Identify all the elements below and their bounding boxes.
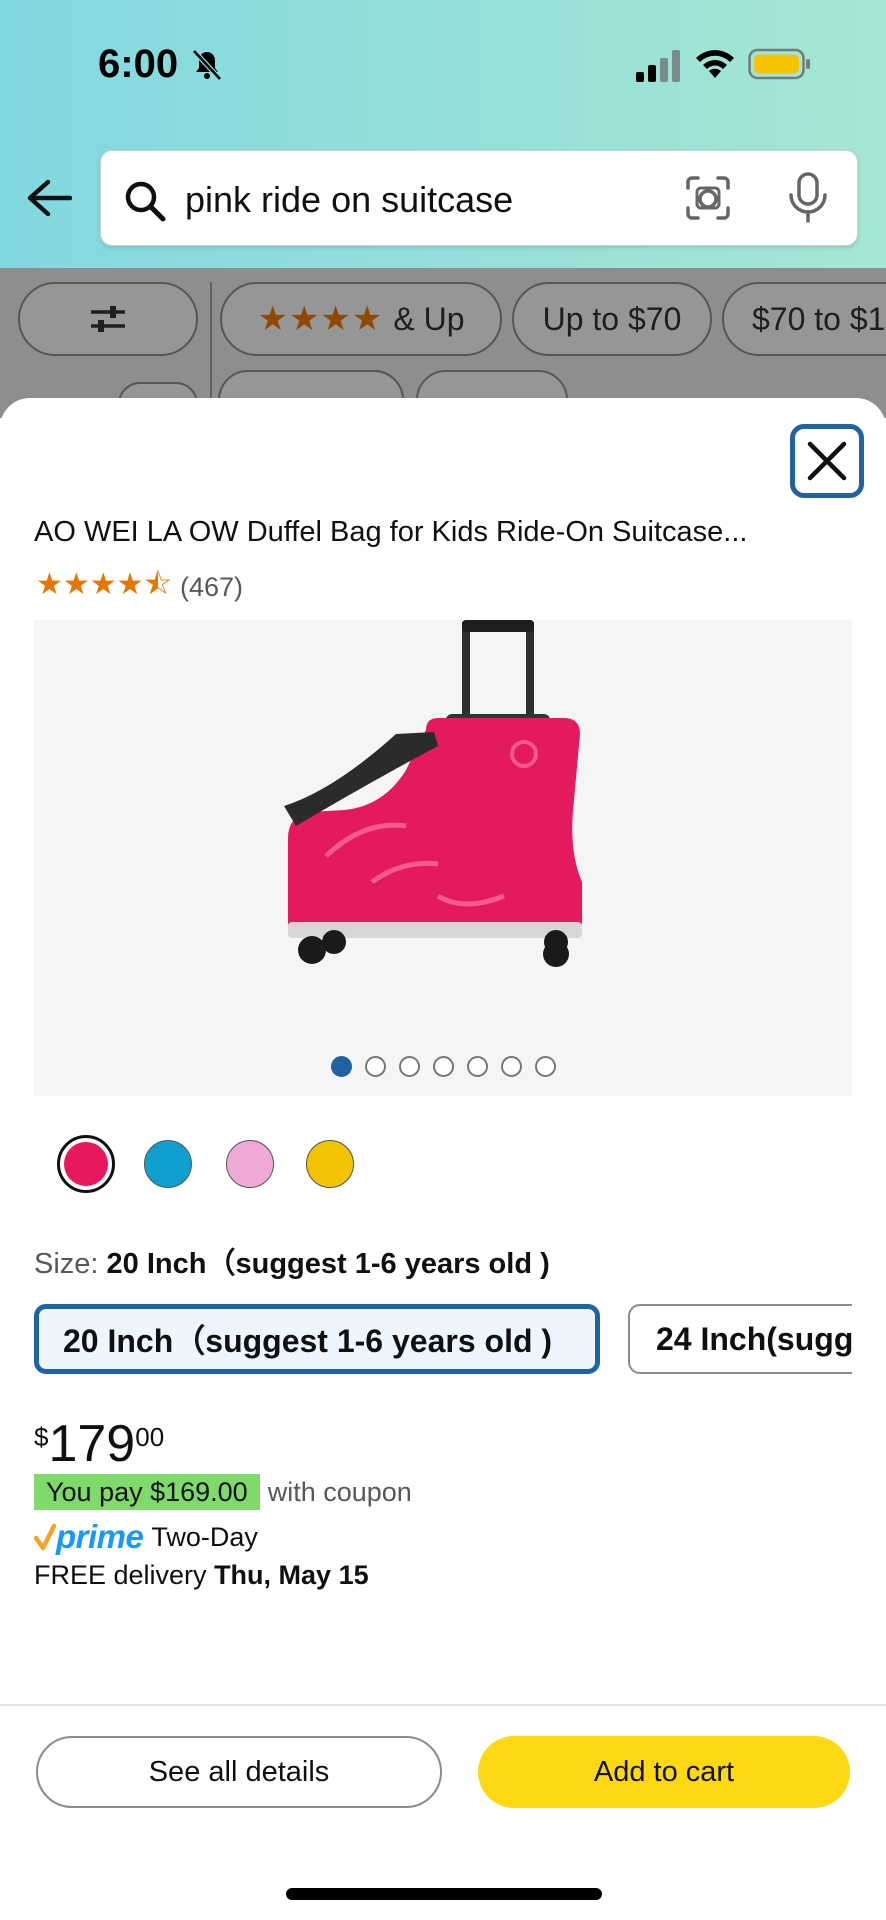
header: 6:00 pink ride on suitcase	[0, 0, 886, 268]
color-swatch-pink[interactable]	[57, 1135, 115, 1193]
close-button[interactable]	[790, 424, 864, 498]
carousel-dot[interactable]	[398, 1056, 420, 1077]
rating-row[interactable]: ★★★★⯪ (467)	[36, 562, 243, 613]
close-icon	[807, 441, 847, 481]
size-option-20-inch[interactable]: 20 Inch（suggest 1-6 years old )	[34, 1304, 600, 1374]
product-image	[284, 620, 582, 967]
home-indicator[interactable]	[286, 1888, 602, 1900]
delivery-date: Thu, May 15	[214, 1560, 369, 1590]
see-all-details-button[interactable]: See all details	[36, 1736, 442, 1808]
carousel-dot[interactable]	[466, 1056, 488, 1077]
search-icon	[125, 181, 166, 222]
delivery-prefix: FREE delivery	[34, 1560, 207, 1590]
price: $ 179 00	[34, 1414, 164, 1474]
prime-logo: prime	[56, 1518, 144, 1555]
carousel-dots	[34, 1056, 852, 1077]
carousel-dot[interactable]	[432, 1056, 454, 1077]
battery-icon	[748, 48, 810, 80]
bell-muted-icon	[192, 49, 222, 81]
search-bar[interactable]: pink ride on suitcase	[100, 150, 858, 246]
prime-row: prime Two-Day	[34, 1518, 258, 1556]
coupon-text: with coupon	[267, 1476, 412, 1507]
prime-speed: Two-Day	[151, 1521, 258, 1552]
color-swatch-pink-fill	[64, 1142, 108, 1186]
coupon-badge: You pay $169.00	[34, 1474, 260, 1510]
search-input[interactable]: pink ride on suitcase	[185, 179, 513, 221]
wifi-icon	[696, 50, 734, 78]
delivery-info: FREE delivery Thu, May 15	[34, 1560, 369, 1591]
size-label-prefix: Size:	[34, 1248, 99, 1280]
carousel-dot[interactable]	[330, 1056, 352, 1077]
rating-stars-icon: ★★★★⯪	[36, 568, 172, 601]
price-fraction: 00	[135, 1422, 165, 1452]
rating-count: (467)	[180, 572, 244, 602]
modal-backdrop[interactable]	[0, 268, 886, 418]
size-label: Size: 20 Inch（suggest 1-6 years old )	[34, 1240, 550, 1282]
price-symbol: $	[34, 1422, 49, 1452]
product-image-carousel[interactable]	[34, 620, 852, 1096]
signal-icon	[636, 50, 680, 82]
size-label-value: 20 Inch（suggest 1-6 years old )	[106, 1248, 550, 1280]
color-swatch-blue[interactable]	[144, 1140, 192, 1188]
size-options: 20 Inch（suggest 1-6 years old ) 24 Inch(…	[34, 1304, 852, 1378]
add-to-cart-button[interactable]: Add to cart	[478, 1736, 850, 1808]
product-title[interactable]: AO WEI LA OW Duffel Bag for Kids Ride-On…	[34, 516, 834, 549]
back-arrow-icon[interactable]	[26, 178, 72, 218]
carousel-dot[interactable]	[534, 1056, 556, 1077]
color-swatch-light-pink[interactable]	[226, 1140, 274, 1188]
price-whole: 179	[48, 1415, 136, 1473]
prime-check-icon	[34, 1523, 56, 1551]
carousel-dot[interactable]	[500, 1056, 522, 1077]
microphone-icon[interactable]	[787, 171, 829, 223]
status-time: 6:00	[98, 42, 179, 86]
coupon-row: You pay $169.00 with coupon	[34, 1474, 412, 1510]
color-swatch-yellow[interactable]	[306, 1140, 354, 1188]
camera-lens-icon[interactable]	[685, 175, 731, 221]
size-option-24-inch[interactable]: 24 Inch(sugg	[628, 1304, 852, 1374]
carousel-dot[interactable]	[364, 1056, 386, 1077]
